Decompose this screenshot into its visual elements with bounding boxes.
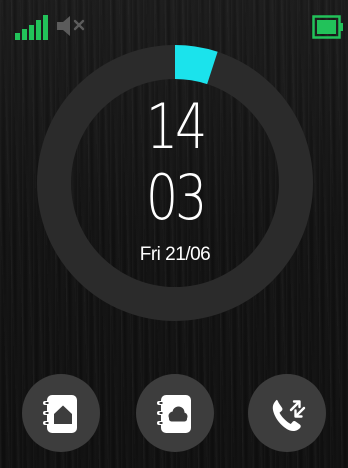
call-log-button[interactable] [248,374,326,452]
clock-minute: 03 [145,161,207,234]
speaker-muted-icon [57,16,85,36]
clock-date: Fri 21/06 [139,244,211,265]
battery-full-icon [312,15,343,39]
home-contacts-book-icon [43,395,77,433]
contacts-home-button[interactable] [22,374,100,452]
signal-bars-icon [15,15,48,40]
status-bar [0,0,348,44]
contacts-cloud-button[interactable] [136,374,214,452]
call-log-icon [272,399,306,432]
cloud-contacts-book-icon [157,395,191,433]
clock-hour: 14 [145,90,207,163]
